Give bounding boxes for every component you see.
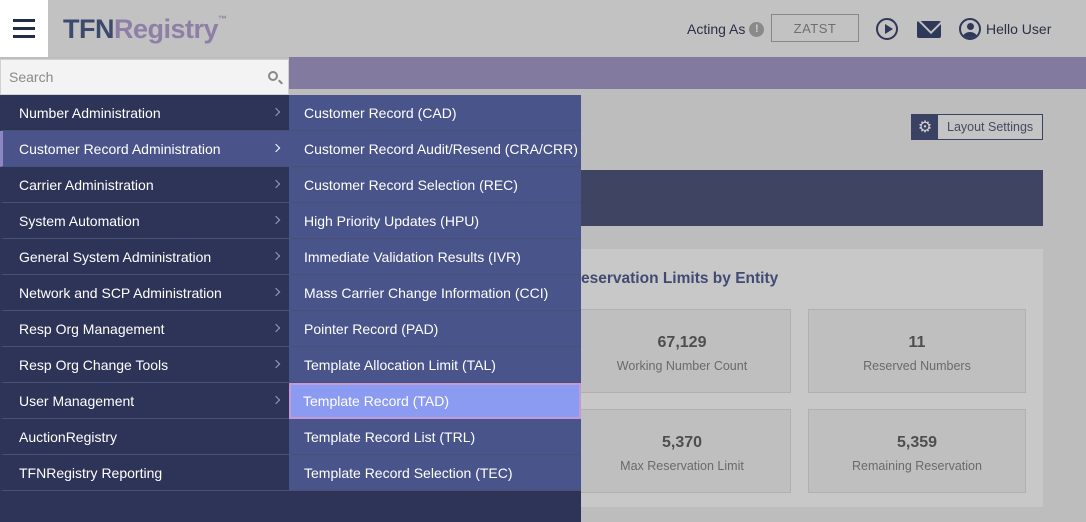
app-logo[interactable]: TFNRegistry™ bbox=[63, 14, 227, 45]
menu-item-carrier-administration[interactable]: Carrier Administration bbox=[0, 167, 289, 203]
chevron-right-icon bbox=[271, 395, 281, 405]
submenu-item-template-allocation-limit[interactable]: Template Allocation Limit (TAL) bbox=[289, 347, 581, 383]
menu-item-resp-org-management[interactable]: Resp Org Management bbox=[0, 311, 289, 347]
stat-label: Reserved Numbers bbox=[863, 359, 971, 373]
submenu-item-template-record-list[interactable]: Template Record List (TRL) bbox=[289, 419, 581, 455]
menu-item-network-scp-administration[interactable]: Network and SCP Administration bbox=[0, 275, 289, 311]
acting-as-select[interactable]: ZATST bbox=[771, 14, 859, 42]
menu-item-label: System Automation bbox=[19, 212, 140, 229]
stat-label: Remaining Reservation bbox=[852, 459, 982, 473]
chevron-right-icon bbox=[271, 323, 281, 333]
hamburger-line bbox=[13, 19, 35, 22]
chevron-right-icon bbox=[271, 287, 281, 297]
submenu-item-immediate-validation-results[interactable]: Immediate Validation Results (IVR) bbox=[289, 239, 581, 275]
hamburger-menu-button[interactable] bbox=[0, 0, 48, 57]
stat-value: 5,370 bbox=[661, 434, 703, 451]
layout-settings-button[interactable]: ⚙ Layout Settings bbox=[911, 114, 1043, 140]
stat-card-remaining-reservation: 5,359 Remaining Reservation bbox=[808, 409, 1026, 493]
submenu-item-high-priority-updates[interactable]: High Priority Updates (HPU) bbox=[289, 203, 581, 239]
stat-value: 5,359 bbox=[896, 434, 938, 451]
hamburger-line bbox=[13, 35, 35, 38]
menu-item-number-administration[interactable]: Number Administration bbox=[0, 95, 289, 131]
menu-item-tfnregistry-reporting[interactable]: TFNRegistry Reporting bbox=[0, 455, 289, 491]
user-greeting[interactable]: Hello User bbox=[986, 21, 1051, 37]
logo-trademark: ™ bbox=[218, 14, 227, 24]
submenu-item-pointer-record[interactable]: Pointer Record (PAD) bbox=[289, 311, 581, 347]
menu-item-label: Carrier Administration bbox=[19, 176, 154, 193]
stat-card-max-reservation: 5,370 Max Reservation Limit bbox=[573, 409, 791, 493]
hamburger-line bbox=[13, 27, 35, 30]
primary-menu: Number Administration Customer Record Ad… bbox=[0, 95, 289, 522]
mail-icon[interactable] bbox=[917, 21, 941, 38]
top-header: TFNRegistry™ Acting As ! ZATST Hello Use… bbox=[0, 0, 1086, 57]
user-avatar-icon[interactable] bbox=[959, 18, 981, 40]
panel-title: eservation Limits by Entity bbox=[581, 270, 779, 287]
submenu-item-customer-record-selection[interactable]: Customer Record Selection (REC) bbox=[289, 167, 581, 203]
menu-item-resp-org-change-tools[interactable]: Resp Org Change Tools bbox=[0, 347, 289, 383]
menu-item-label: TFNRegistry Reporting bbox=[19, 464, 163, 481]
menu-item-label: User Management bbox=[19, 392, 135, 409]
menu-item-customer-record-administration[interactable]: Customer Record Administration bbox=[0, 131, 289, 167]
submenu-item-customer-record-cad[interactable]: Customer Record (CAD) bbox=[289, 95, 581, 131]
menu-item-label: Resp Org Management bbox=[19, 320, 165, 337]
menu-item-label: General System Administration bbox=[19, 248, 212, 265]
acting-as-text: Acting As bbox=[687, 21, 746, 37]
chevron-right-icon bbox=[271, 107, 281, 117]
info-icon[interactable]: ! bbox=[749, 21, 765, 37]
search-input[interactable] bbox=[1, 60, 259, 94]
chevron-right-icon bbox=[271, 359, 281, 369]
stat-value: 67,129 bbox=[657, 334, 707, 351]
gear-icon: ⚙ bbox=[912, 115, 938, 139]
chevron-right-icon bbox=[271, 251, 281, 261]
menu-item-label: Network and SCP Administration bbox=[19, 284, 222, 301]
menu-search bbox=[0, 59, 289, 95]
stat-label: Max Reservation Limit bbox=[620, 459, 744, 473]
layout-settings-label: Layout Settings bbox=[947, 120, 1034, 134]
chevron-right-icon bbox=[271, 215, 281, 225]
stat-card-working-numbers: 67,129 Working Number Count bbox=[573, 309, 791, 393]
logo-tfn: TFN bbox=[63, 14, 114, 44]
menu-item-label: Resp Org Change Tools bbox=[19, 356, 169, 373]
logo-registry: Registry bbox=[113, 14, 219, 44]
stat-label: Working Number Count bbox=[616, 359, 748, 373]
menu-item-system-automation[interactable]: System Automation bbox=[0, 203, 289, 239]
submenu-item-customer-record-audit-resend[interactable]: Customer Record Audit/Resend (CRA/CRR) bbox=[289, 131, 581, 167]
chevron-right-icon bbox=[271, 179, 281, 189]
menu-item-label: Customer Record Administration bbox=[19, 140, 221, 157]
stat-card-reserved-numbers: 11 Reserved Numbers bbox=[808, 309, 1026, 393]
menu-item-auction-registry[interactable]: AuctionRegistry bbox=[0, 419, 289, 455]
submenu-item-template-record[interactable]: Template Record (TAD) bbox=[289, 383, 581, 419]
search-icon[interactable] bbox=[268, 71, 278, 81]
menu-item-user-management[interactable]: User Management bbox=[0, 383, 289, 419]
stat-value: 11 bbox=[908, 334, 926, 351]
menu-item-general-system-administration[interactable]: General System Administration bbox=[0, 239, 289, 275]
page-banner bbox=[581, 170, 1043, 226]
menu-item-label: AuctionRegistry bbox=[19, 428, 118, 445]
submenu-item-template-record-selection[interactable]: Template Record Selection (TEC) bbox=[289, 455, 581, 491]
secondary-menu: Customer Record (CAD) Customer Record Au… bbox=[289, 95, 581, 522]
submenu-item-mass-carrier-change[interactable]: Mass Carrier Change Information (CCI) bbox=[289, 275, 581, 311]
chevron-right-icon bbox=[271, 143, 281, 153]
acting-as-label: Acting As ! bbox=[687, 21, 765, 37]
menu-item-label: Number Administration bbox=[19, 104, 161, 121]
play-circle-icon[interactable] bbox=[876, 18, 898, 40]
accent-band bbox=[289, 57, 1086, 89]
